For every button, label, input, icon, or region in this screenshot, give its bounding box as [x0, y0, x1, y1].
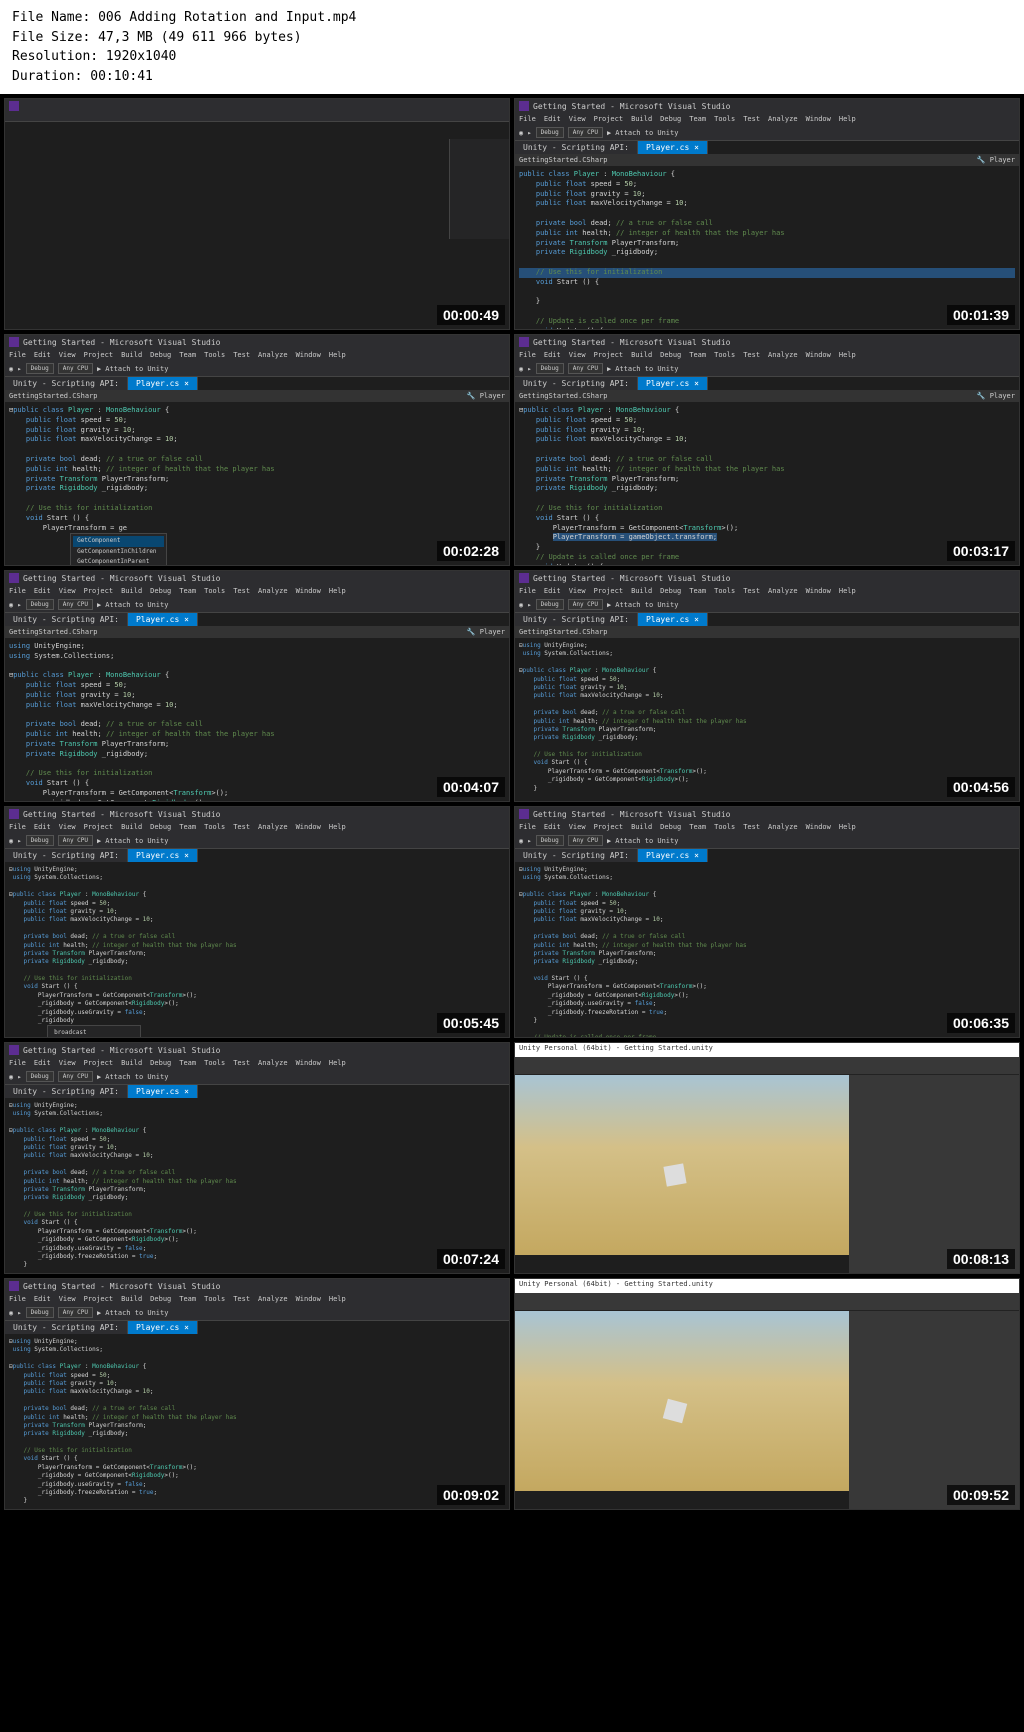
- thumb-8: Getting Started - Microsoft Visual Studi…: [514, 806, 1020, 1038]
- timestamp: 00:03:17: [947, 541, 1015, 561]
- vs-icon: [9, 1045, 19, 1055]
- code-editor[interactable]: ⊟using UnityEngine; using System.Collect…: [5, 862, 509, 1038]
- player-cube[interactable]: [663, 1399, 687, 1423]
- timestamp: 00:09:02: [437, 1485, 505, 1505]
- code-editor[interactable]: ⊟using UnityEngine; using System.Collect…: [515, 638, 1019, 802]
- unity-toolbar[interactable]: [515, 1293, 1019, 1311]
- code-editor[interactable]: ⊟using UnityEngine; using System.Collect…: [515, 862, 1019, 1038]
- code-editor[interactable]: using UnityEngine; using System.Collecti…: [5, 638, 509, 802]
- toolbar[interactable]: ◉ ▸DebugAny CPU▶Attach to Unity: [5, 361, 509, 377]
- code-editor[interactable]: ⊟public class Player : MonoBehaviour { p…: [5, 402, 509, 566]
- vs-icon: [519, 573, 529, 583]
- tab-player[interactable]: Player.cs ×: [638, 141, 708, 154]
- vs-icon: [519, 809, 529, 819]
- duration-label: Duration: 00:10:41: [12, 67, 1012, 87]
- solution-explorer[interactable]: [449, 139, 509, 239]
- thumb-3: Getting Started - Microsoft Visual Studi…: [4, 334, 510, 566]
- thumb-4: Getting Started - Microsoft Visual Studi…: [514, 334, 1020, 566]
- thumbnail-grid: 00:00:49 Getting Started - Microsoft Vis…: [0, 94, 1024, 1514]
- timestamp: 00:01:39: [947, 305, 1015, 325]
- toolbar[interactable]: ◉ ▸DebugAny CPU▶Attach to Unity: [515, 125, 1019, 141]
- timestamp: 00:07:24: [437, 1249, 505, 1269]
- timestamp: 00:04:07: [437, 777, 505, 797]
- code-editor[interactable]: ⊟public class Player : MonoBehaviour { p…: [515, 402, 1019, 566]
- unity-scene-view[interactable]: [515, 1075, 849, 1255]
- unity-scene-view[interactable]: [515, 1311, 849, 1491]
- toolbar[interactable]: ◉ ▸DebugAny CPU▶Attach to Unity: [515, 361, 1019, 377]
- vs-icon: [519, 101, 529, 111]
- unity-toolbar[interactable]: [515, 1057, 1019, 1075]
- intellisense-popup[interactable]: GetComponent GetComponentInChildren GetC…: [70, 533, 167, 566]
- resolution-label: Resolution: 1920x1040: [12, 47, 1012, 67]
- thumb-2: Getting Started - Microsoft Visual Studi…: [514, 98, 1020, 330]
- thumb-1: 00:00:49: [4, 98, 510, 330]
- code-editor[interactable]: ⊟using UnityEngine; using System.Collect…: [5, 1334, 509, 1510]
- unity-titlebar: Unity Personal (64bit) - Getting Started…: [515, 1279, 1019, 1293]
- timestamp: 00:08:13: [947, 1249, 1015, 1269]
- timestamp: 00:05:45: [437, 1013, 505, 1033]
- thumb-5: Getting Started - Microsoft Visual Studi…: [4, 570, 510, 802]
- thumb-12: Unity Personal (64bit) - Getting Started…: [514, 1278, 1020, 1510]
- menubar[interactable]: FileEditViewProjectBuildDebugTeamToolsTe…: [5, 349, 509, 361]
- attach-button[interactable]: Attach to Unity: [615, 129, 678, 137]
- timestamp: 00:09:52: [947, 1485, 1015, 1505]
- thumb-7: Getting Started - Microsoft Visual Studi…: [4, 806, 510, 1038]
- intellisense-popup[interactable]: broadcast BroadcastMessage destroy FindG…: [47, 1025, 140, 1038]
- code-editor[interactable]: public class Player : MonoBehaviour { pu…: [515, 166, 1019, 330]
- menubar[interactable]: FileEditViewProjectBuildDebugTeamToolsTe…: [515, 113, 1019, 125]
- filesize-label: File Size: 47,3 MB (49 611 966 bytes): [12, 28, 1012, 48]
- thumb-11: Getting Started - Microsoft Visual Studi…: [4, 1278, 510, 1510]
- timestamp: 00:00:49: [437, 305, 505, 325]
- thumb-10: Unity Personal (64bit) - Getting Started…: [514, 1042, 1020, 1274]
- filename-label: File Name: 006 Adding Rotation and Input…: [12, 8, 1012, 28]
- timestamp: 00:02:28: [437, 541, 505, 561]
- menubar[interactable]: FileEditViewProjectBuildDebugTeamToolsTe…: [515, 349, 1019, 361]
- tab-scripting[interactable]: Unity - Scripting API:: [515, 141, 638, 154]
- unity-inspector[interactable]: [849, 1311, 1019, 1510]
- vs-icon: [9, 337, 19, 347]
- thumb-9: Getting Started - Microsoft Visual Studi…: [4, 1042, 510, 1274]
- vs-icon: [9, 573, 19, 583]
- mpc-watermark: MPC-HC: [866, 8, 1012, 57]
- vs-icon: [9, 101, 19, 111]
- unity-titlebar: Unity Personal (64bit) - Getting Started…: [515, 1043, 1019, 1057]
- thumb-6: Getting Started - Microsoft Visual Studi…: [514, 570, 1020, 802]
- timestamp: 00:04:56: [947, 777, 1015, 797]
- code-editor[interactable]: ⊟using UnityEngine; using System.Collect…: [5, 1098, 509, 1274]
- unity-inspector[interactable]: [849, 1075, 1019, 1274]
- vs-icon: [9, 1281, 19, 1291]
- timestamp: 00:06:35: [947, 1013, 1015, 1033]
- vs-icon: [9, 809, 19, 819]
- player-cube[interactable]: [664, 1163, 687, 1186]
- vs-icon: [519, 337, 529, 347]
